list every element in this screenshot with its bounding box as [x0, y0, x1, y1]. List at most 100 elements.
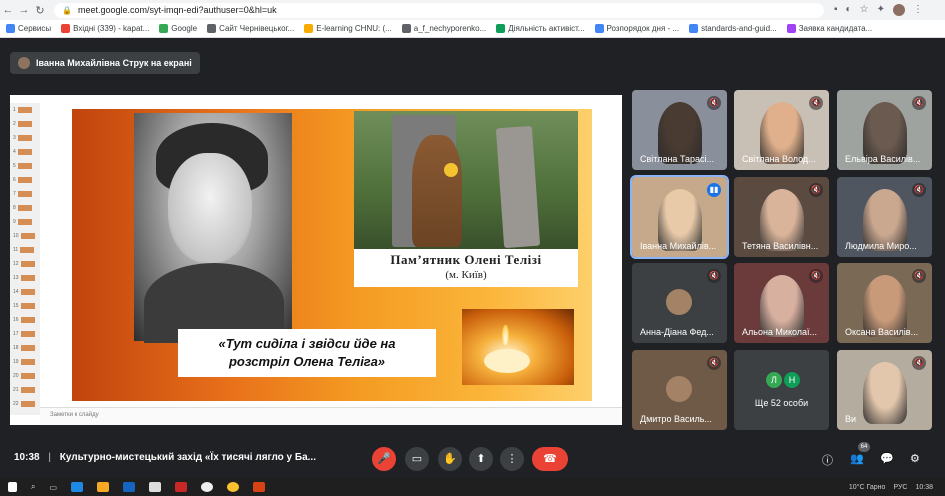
bookmark-item[interactable]: a_f_nechyporenko... — [401, 24, 486, 33]
extensions-area: ▪ ◐ ☆ ✦ ⋮ — [834, 4, 923, 16]
slide-thumbnail[interactable]: 22 — [13, 401, 37, 407]
slide-thumbnail[interactable]: 21 — [13, 387, 37, 393]
slide-thumbnail[interactable]: 8 — [13, 205, 37, 211]
slide-thumbnails: 1 2 3 4 5 6 7 8 9 10 11 12 13 14 15 16 17 18 19 20 21 22 — [10, 103, 40, 415]
bookmark-item[interactable]: Сайт Чернівецьког... — [207, 24, 294, 33]
present-button[interactable]: ⬆ — [469, 447, 493, 471]
thumbnail-number: 16 — [13, 317, 19, 323]
mic-muted-icon: 🔇 — [912, 183, 926, 197]
clock-text: 10:38 — [915, 483, 933, 491]
task-view-icon[interactable]: ▭ — [49, 483, 57, 492]
thumbnail-number: 4 — [13, 149, 16, 155]
slide-thumbnail[interactable]: 12 — [13, 261, 37, 267]
thumbnail-number: 14 — [13, 289, 19, 295]
slide-thumbnail[interactable]: 17 — [13, 331, 37, 337]
explorer-icon[interactable] — [97, 482, 110, 492]
mic-muted-icon: 🔇 — [809, 269, 823, 283]
slide-thumbnail[interactable]: 11 — [13, 247, 37, 253]
leave-call-button[interactable]: ☎ — [532, 447, 568, 471]
mic-muted-icon: 🔇 — [912, 356, 926, 370]
mail-icon[interactable] — [123, 482, 136, 492]
participant-tile[interactable]: ▮▮ Іванна Михайлів... — [630, 175, 729, 259]
avatar — [666, 289, 692, 315]
speaking-indicator-icon: ▮▮ — [707, 183, 721, 197]
slide-thumbnail[interactable]: 19 — [13, 359, 37, 365]
bookmark-item[interactable]: Розпорядок дня - ... — [594, 24, 679, 33]
more-participants-tile[interactable]: Л Н Ще 52 особи — [734, 350, 829, 430]
windows-start-icon[interactable] — [8, 482, 17, 492]
address-bar[interactable]: 🔒 meet.google.com/syt-imqn-edi?authuser=… — [54, 2, 824, 18]
profile-avatar[interactable] — [892, 4, 905, 16]
bookmark-item[interactable]: Вхідні (339) - kapat... — [61, 24, 149, 33]
caption-title: Пам’ятник Олені Телізі — [390, 252, 542, 267]
menu-icon[interactable]: ⋮ — [913, 4, 923, 16]
edge-icon[interactable] — [71, 482, 84, 492]
people-icon[interactable]: 👥 — [850, 452, 864, 465]
participant-tile[interactable]: 🔇 Людмила Миро... — [837, 177, 932, 257]
slide-thumbnail[interactable]: 16 — [13, 317, 37, 323]
thumbnail-number: 1 — [13, 107, 16, 113]
slide-thumbnail[interactable]: 7 — [13, 191, 37, 197]
bookmark-item[interactable]: standards-and-guid... — [689, 24, 777, 33]
participant-tile[interactable]: 🔇 Світлана Волод... — [734, 90, 829, 170]
raise-hand-button[interactable]: ✋ — [438, 447, 462, 471]
participant-tile[interactable]: 🔇 Світлана Тарасі... — [632, 90, 727, 170]
slide-thumbnail[interactable]: 20 — [13, 373, 37, 379]
bookmark-item[interactable]: E-learning CHNU: (... — [304, 24, 392, 33]
thumbnail-number: 5 — [13, 163, 16, 169]
bookmark-item[interactable]: Сервисы — [6, 24, 51, 33]
slide-thumbnail[interactable]: 15 — [13, 303, 37, 309]
participant-tile[interactable]: 🔇 Альона Миколаї... — [734, 263, 829, 343]
presenting-indicator: Іванна Михайлівна Струк на екрані — [10, 52, 200, 74]
app-icon[interactable] — [201, 482, 214, 492]
chrome-icon[interactable] — [227, 482, 240, 492]
presenting-header: Іванна Михайлівна Струк на екрані — [0, 38, 945, 88]
store-icon[interactable] — [149, 482, 162, 492]
slide-thumbnail[interactable]: 3 — [13, 135, 37, 141]
reload-icon[interactable]: ↻ — [32, 4, 48, 17]
thumbnail-number: 10 — [13, 233, 19, 239]
avatar — [666, 376, 692, 402]
info-icon[interactable]: ⓘ — [822, 452, 833, 468]
camera-button[interactable]: ▭ — [405, 447, 429, 471]
participant-tile[interactable]: 🔇 Анна-Діана Фед... — [632, 263, 727, 343]
slide-thumbnail[interactable]: 18 — [13, 345, 37, 351]
bookmarks-bar: Сервисы Вхідні (339) - kapat... Google С… — [0, 20, 945, 38]
bookmark-item[interactable]: Google — [159, 24, 197, 33]
slide-thumbnail[interactable]: 13 — [13, 275, 37, 281]
mic-muted-icon: 🔇 — [912, 269, 926, 283]
word-icon[interactable] — [175, 482, 188, 492]
powerpoint-icon[interactable] — [253, 482, 266, 492]
slide-thumbnail[interactable]: 1 — [13, 107, 37, 113]
mic-off-button[interactable]: 🎤 — [372, 447, 396, 471]
participant-tile[interactable]: 🔇 Дмитро Василь... — [632, 350, 727, 430]
star-icon[interactable]: ☆ — [860, 4, 869, 16]
thumbnail-number: 11 — [13, 247, 19, 253]
thumbnail-number: 3 — [13, 135, 16, 141]
camera-indicator-icon[interactable]: ▪ — [834, 4, 838, 16]
slide-thumbnail[interactable]: 10 — [13, 233, 37, 239]
extensions-icon[interactable]: ✦ — [877, 4, 885, 16]
participant-tile[interactable]: 🔇 Ви — [837, 350, 932, 430]
forward-icon[interactable]: → — [16, 4, 32, 16]
bookmark-item[interactable]: Діяльність активіст... — [496, 24, 585, 33]
keyboard-language[interactable]: РУС — [893, 484, 907, 491]
translate-icon[interactable]: ◐ — [846, 4, 852, 16]
back-icon[interactable]: ← — [0, 4, 16, 16]
slide-thumbnail[interactable]: 2 — [13, 121, 37, 127]
chat-icon[interactable]: 💬 — [880, 452, 894, 465]
grid-icon — [689, 24, 699, 33]
slide-thumbnail[interactable]: 4 — [13, 149, 37, 155]
participant-tile[interactable]: 🔇 Оксана Василів... — [837, 263, 932, 343]
slide-thumbnail[interactable]: 5 — [13, 163, 37, 169]
activities-icon[interactable]: ⚙ — [910, 452, 920, 465]
participant-video — [863, 362, 907, 424]
participant-tile[interactable]: 🔇 Тетяна Василівн... — [734, 177, 829, 257]
bookmark-item[interactable]: Заявка кандидата... — [786, 24, 872, 33]
more-options-button[interactable]: ⋮ — [500, 447, 524, 471]
search-icon[interactable]: ⌕ — [31, 482, 35, 492]
slide-thumbnail[interactable]: 14 — [13, 289, 37, 295]
slide-thumbnail[interactable]: 9 — [13, 219, 37, 225]
slide-thumbnail[interactable]: 6 — [13, 177, 37, 183]
participant-tile[interactable]: 🔇 Ельвіра Василів... — [837, 90, 932, 170]
